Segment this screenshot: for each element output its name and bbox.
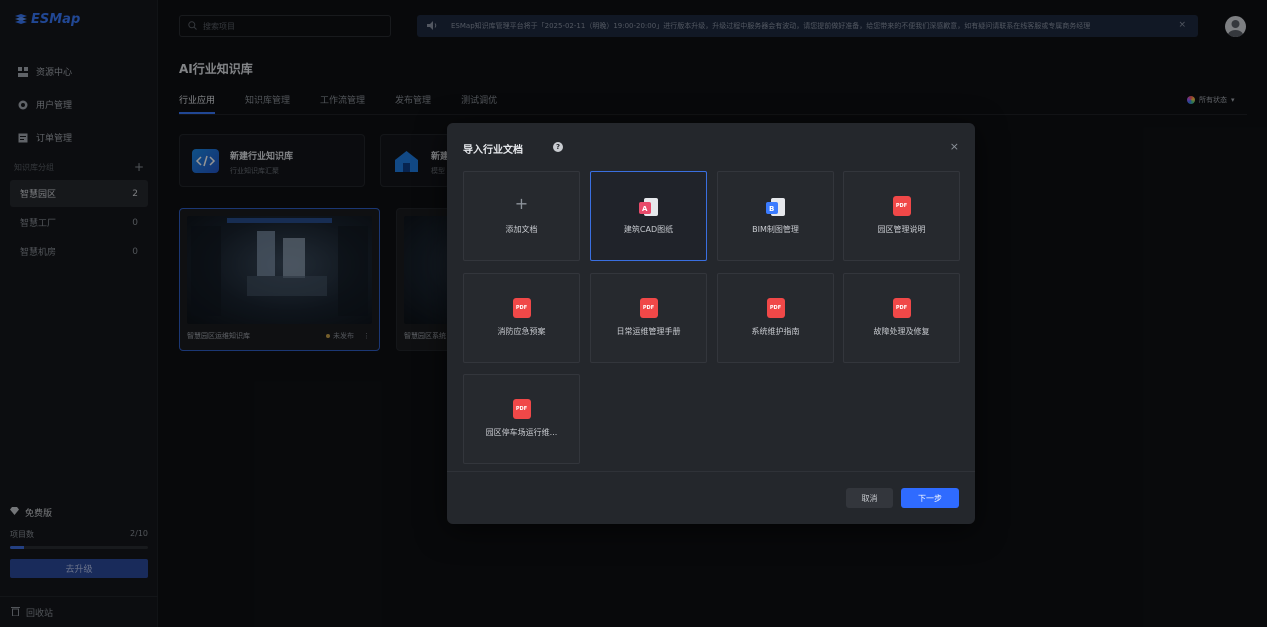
document-tile[interactable]: PDF 系统维护指南 [717, 273, 834, 363]
pdf-icon: PDF [512, 298, 531, 318]
tile-label: 系统维护指南 [751, 327, 800, 336]
pdf-icon: PDF [639, 298, 658, 318]
modal-footer-divider [447, 471, 975, 472]
import-docs-modal: 导入行业文档 ? × + 添加文档 A 建筑CAD图纸 B BIM制图管理 PD… [447, 123, 975, 524]
modal-title: 导入行业文档 [463, 145, 523, 156]
cancel-button[interactable]: 取消 [846, 488, 893, 508]
document-tile[interactable]: PDF 消防应急预案 [463, 273, 580, 363]
document-tile[interactable]: PDF 日常运维管理手册 [590, 273, 707, 363]
add-document-tile[interactable]: + 添加文档 [463, 171, 580, 261]
app-root: ESMap 资源中心 用户管理 订单管理 知识库分组 + 智慧园区 2 智慧工厂… [0, 0, 1267, 627]
document-tile[interactable]: A 建筑CAD图纸 [590, 171, 707, 261]
tile-label: 园区停车场运行维... [485, 428, 558, 437]
document-tile[interactable]: PDF 园区管理说明 [843, 171, 960, 261]
close-icon[interactable]: × [950, 140, 959, 153]
tile-label: BIM制图管理 [752, 225, 799, 234]
bim-file-icon: B [765, 196, 787, 222]
document-tile[interactable]: B BIM制图管理 [717, 171, 834, 261]
tile-label: 园区管理说明 [877, 225, 926, 234]
plus-icon: + [514, 194, 529, 213]
document-tile[interactable]: PDF 故障处理及修复 [843, 273, 960, 363]
cad-file-icon: A [638, 196, 660, 222]
help-icon[interactable]: ? [553, 142, 563, 152]
document-tile[interactable]: PDF 园区停车场运行维... [463, 374, 580, 464]
pdf-icon: PDF [892, 196, 911, 216]
tile-label: 日常运维管理手册 [616, 327, 681, 336]
tile-label: 添加文档 [505, 225, 538, 234]
pdf-icon: PDF [512, 399, 531, 419]
tile-label: 消防应急预案 [497, 327, 546, 336]
tile-label: 建筑CAD图纸 [623, 225, 674, 234]
svg-text:A: A [642, 205, 648, 213]
next-button[interactable]: 下一步 [901, 488, 959, 508]
pdf-icon: PDF [892, 298, 911, 318]
svg-text:B: B [769, 205, 774, 213]
pdf-icon: PDF [766, 298, 785, 318]
tile-label: 故障处理及修复 [873, 327, 930, 336]
